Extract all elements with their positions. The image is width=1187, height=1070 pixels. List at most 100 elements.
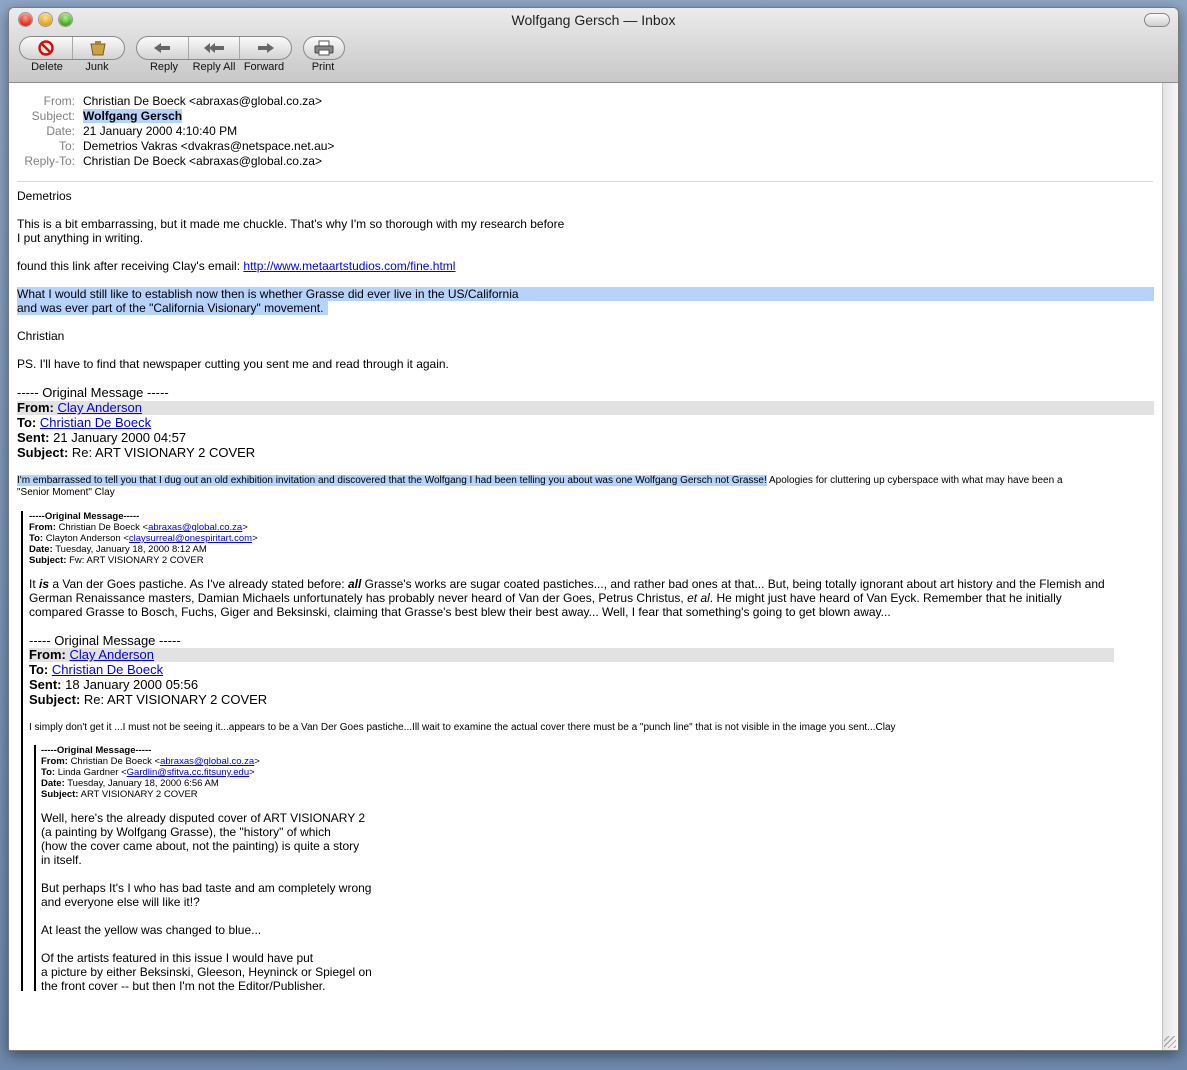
quote1-message-line-1: I'm embarrassed to tell you that I dug o… — [17, 475, 1063, 487]
paragraph-2-text: found this link after receiving Clay's e… — [17, 259, 244, 273]
quote2-from-email[interactable]: abraxas@global.co.za — [148, 522, 242, 533]
quote4-date-label: Date: — [41, 778, 65, 789]
quote1-from-link[interactable]: Clay Anderson — [57, 400, 142, 415]
quote2-l1-b: a Van der Goes pastiche. As I've already… — [49, 577, 348, 591]
window-title: Wolfgang Gersch — Inbox — [511, 12, 676, 28]
junk-icon — [90, 41, 106, 56]
quote4-header: -----Original Message----- — [41, 745, 152, 756]
reply-to-label: Reply-To: — [24, 154, 75, 168]
quote4-subject-label: Subject: — [41, 789, 79, 800]
quote4-body-line-8: Of the artists featured in this issue I … — [41, 951, 314, 965]
reply-to-value[interactable]: Christian De Boeck <abraxas@global.co.za… — [83, 154, 322, 168]
quote1-sent: Sent: 21 January 2000 04:57 — [17, 430, 186, 445]
quote2-date-value: Tuesday, January 18, 2000 8:12 AM — [55, 544, 207, 555]
resize-grip-icon[interactable] — [1164, 1036, 1176, 1048]
quote2-l1-all: all — [347, 577, 362, 591]
quote3-from-bar — [29, 648, 1114, 662]
delete-button[interactable] — [20, 37, 73, 59]
junk-button[interactable] — [73, 37, 125, 59]
quote2-to: To: Clayton Anderson <claysurreal@onespi… — [29, 533, 258, 544]
quote1-message-rest: Apologies for cluttering up cyberspace w… — [766, 475, 1063, 486]
to-label: To: — [58, 139, 75, 153]
quote1-header: ----- Original Message ----- — [17, 385, 169, 400]
quote4-body-line-6: and everyone else will like it!? — [41, 895, 200, 909]
quote1-sent-value: 21 January 2000 04:57 — [53, 430, 187, 445]
quote1-to-link[interactable]: Christian De Boeck — [40, 415, 151, 430]
quote1-sent-label: Sent: — [17, 430, 50, 445]
quote2-subject-label: Subject: — [29, 555, 67, 566]
forward-label: Forward — [243, 61, 285, 73]
quote2-border — [21, 511, 23, 991]
quote1-from-bar — [17, 401, 1154, 415]
junk-label: Junk — [85, 61, 109, 73]
quote2-from-label: From: — [29, 522, 56, 533]
quote3-sent-value: 18 January 2000 05:56 — [65, 677, 199, 692]
quote4-from-email[interactable]: abraxas@global.co.za — [160, 756, 254, 767]
quote1-from: From: Clay Anderson — [17, 400, 142, 415]
quote3-to-link[interactable]: Christian De Boeck — [52, 662, 163, 677]
quote2-line-1: It is a Van der Goes pastiche. As I've a… — [29, 577, 1105, 591]
quote4-body-line-9: a picture by either Beksinski, Gleeson, … — [41, 965, 372, 979]
paragraph-1-line-1: This is a bit embarrassing, but it made … — [17, 217, 565, 231]
quote1-to-label: To: — [17, 415, 37, 430]
quote2-to-close: > — [252, 533, 258, 544]
paragraph-3-line-1: What I would still like to establish now… — [17, 287, 519, 301]
reply-arrow-icon — [154, 43, 171, 53]
quote1-to: To: Christian De Boeck — [17, 415, 151, 430]
postscript: PS. I'll have to find that newspaper cut… — [17, 357, 449, 371]
reply-button[interactable] — [137, 37, 189, 59]
vertical-scrollbar[interactable] — [1162, 83, 1178, 1050]
print-button[interactable] — [304, 37, 344, 59]
quote2-to-label: To: — [29, 533, 44, 544]
from-label: From: — [43, 94, 75, 108]
forward-arrow-icon — [257, 43, 274, 53]
paragraph-3-line-2: and was ever part of the "California Vis… — [17, 301, 324, 315]
quote2-from-close: > — [242, 522, 248, 533]
quote2-to-email[interactable]: claysurreal@onespiritart.com — [129, 533, 252, 544]
quote4-body-line-7: At least the yellow was changed to blue.… — [41, 923, 262, 937]
from-value[interactable]: Christian De Boeck <abraxas@global.co.za… — [83, 94, 322, 108]
signature: Christian — [17, 329, 65, 343]
quote4-from-label: From: — [41, 756, 68, 767]
title-bar: Wolfgang Gersch — Inbox Delete Junk Repl… — [9, 8, 1178, 83]
toolbar-toggle-button[interactable] — [1144, 13, 1170, 27]
reply-all-button[interactable] — [189, 37, 241, 59]
reply-label: Reply — [149, 61, 179, 73]
quote4-to-email[interactable]: Gardlin@sfitva.cc.fitsuny.edu — [127, 767, 249, 778]
paragraph-3-highlight: I would still like to establish now then… — [48, 287, 519, 301]
quote1-message-highlight: I'm embarrassed to tell you that I dug o… — [17, 475, 767, 486]
quote3-sent-label: Sent: — [29, 677, 62, 692]
quote4-subject-value: ART VISIONARY 2 COVER — [80, 789, 198, 800]
quote3-to-label: To: — [29, 662, 49, 677]
printer-icon — [314, 40, 334, 56]
print-group — [303, 36, 345, 60]
reply-all-label: Reply All — [192, 61, 236, 73]
to-value[interactable]: Demetrios Vakras <dvakras@netspace.net.a… — [83, 139, 334, 153]
reply-all-arrow-icon — [204, 43, 224, 53]
forward-button[interactable] — [240, 37, 291, 59]
quote4-to-close: > — [249, 767, 255, 778]
quote3-from: From: Clay Anderson — [29, 647, 154, 662]
quote4-to-label: To: — [41, 767, 56, 778]
date-label: Date: — [46, 124, 75, 138]
delete-junk-group — [19, 36, 125, 60]
quote4-date-value: Tuesday, January 18, 2000 6:56 AM — [67, 778, 219, 789]
print-label: Print — [311, 61, 335, 73]
quote3-subject-value: Re: ART VISIONARY 2 COVER — [83, 692, 268, 707]
metaart-link[interactable]: http://www.metaartstudios.com/fine.html — [243, 259, 455, 273]
mail-window: Wolfgang Gersch — Inbox Delete Junk Repl… — [8, 7, 1179, 1051]
quote4-to-name: Linda Gardner < — [57, 767, 127, 778]
quote1-message-line-2: "Senior Moment" Clay — [17, 487, 115, 498]
quote4-from-close: > — [254, 756, 260, 767]
quote4-from: From: Christian De Boeck <abraxas@global… — [41, 756, 260, 767]
quote1-from-label: From: — [17, 400, 54, 415]
header-separator — [17, 181, 1153, 182]
quote2-to-name: Clayton Anderson < — [45, 533, 129, 544]
quote3-sent: Sent: 18 January 2000 05:56 — [29, 677, 198, 692]
quote2-date-label: Date: — [29, 544, 53, 555]
quote2-l2-etal: et al — [687, 591, 710, 605]
quote3-from-link[interactable]: Clay Anderson — [69, 647, 154, 662]
quote3-to: To: Christian De Boeck — [29, 662, 163, 677]
paragraph-1-line-2: I put anything in writing. — [17, 231, 144, 245]
quote4-border — [34, 745, 36, 991]
